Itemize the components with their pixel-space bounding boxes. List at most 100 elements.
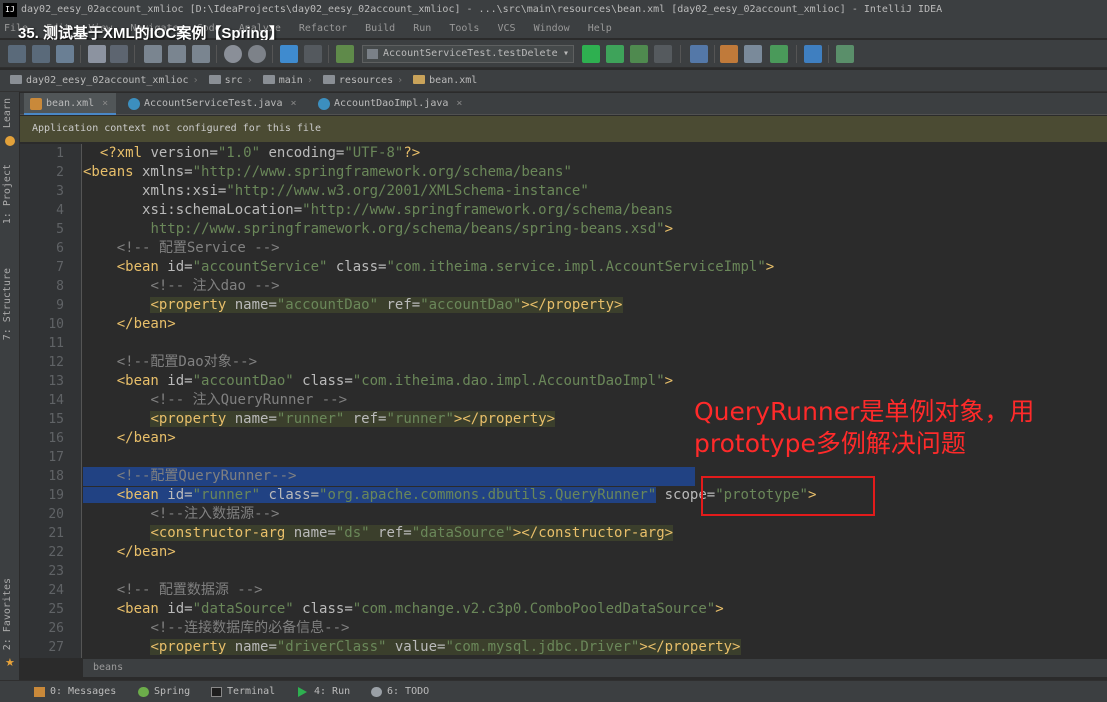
annotation-highlight-box [701, 476, 875, 516]
line-number: 24 [48, 583, 64, 598]
breadcrumb-src[interactable]: src › [208, 70, 253, 92]
breadcrumb-file[interactable]: bean.xml [413, 70, 477, 92]
line-number: 26 [48, 621, 64, 636]
code-line-18: <!--配置QueryRunner--> [83, 467, 695, 486]
code-line-25: <bean id="dataSource" class="com.mchange… [116, 601, 724, 617]
paste-icon[interactable] [192, 45, 210, 63]
breadcrumb-resources[interactable]: resources › [322, 70, 403, 92]
close-icon[interactable]: × [456, 98, 462, 109]
line-number: 6 [56, 241, 64, 256]
line-number: 21 [48, 526, 64, 541]
menu-run[interactable]: Run [413, 23, 431, 34]
todo-tool-button[interactable]: 6: TODO [371, 684, 429, 700]
jvm-debugger-icon[interactable] [836, 45, 854, 63]
stop-icon[interactable] [654, 45, 672, 63]
line-number: 10 [48, 317, 64, 332]
notification-text: Application context not configured for t… [32, 123, 321, 134]
xml-file-icon [30, 98, 42, 110]
line-number: 7 [56, 260, 64, 275]
line-number: 9 [56, 298, 64, 313]
breadcrumb-project[interactable]: day02_eesy_02account_xmlioc › [10, 70, 199, 92]
undo-icon[interactable] [88, 45, 106, 63]
structure-icon[interactable] [690, 45, 708, 63]
spring-tool-button[interactable]: Spring [138, 684, 190, 700]
redo-icon[interactable] [110, 45, 128, 63]
favorites-tool-button[interactable]: 2: Favorites [2, 578, 13, 650]
code-line-5: http://www.springframework.org/schema/be… [150, 221, 674, 237]
coverage-icon[interactable] [630, 45, 648, 63]
code-line-10: </bean> [116, 316, 176, 332]
tab-account-service-test[interactable]: AccountServiceTest.java × [122, 93, 308, 115]
terminal-icon [211, 687, 222, 697]
line-number: 25 [48, 602, 64, 617]
code-line-4: xsi:schemaLocation="http://www.springfra… [142, 202, 674, 218]
code-line-24: <!-- 配置数据源 --> [116, 582, 263, 598]
vm-icon[interactable] [770, 45, 788, 63]
close-icon[interactable]: × [102, 98, 108, 109]
line-number: 17 [48, 450, 64, 465]
folder-icon [10, 75, 22, 84]
editor-breadcrumb[interactable]: beans [83, 659, 1107, 677]
line-number: 13 [48, 374, 64, 389]
intellij-logo-icon: IJ [3, 3, 17, 17]
code-line-1: <?xml version="1.0" encoding="UTF-8"?> [99, 145, 421, 161]
xml-file-icon [413, 75, 426, 84]
tab-bean-xml[interactable]: bean.xml × [24, 93, 116, 115]
run-icon [298, 687, 307, 697]
help-icon[interactable] [804, 45, 822, 63]
code-line-8: <!-- 注入dao --> [150, 278, 280, 294]
debug-icon[interactable] [606, 45, 624, 63]
build-icon[interactable] [336, 45, 354, 63]
back-icon[interactable] [280, 45, 298, 63]
terminal-tool-button[interactable]: Terminal [211, 684, 275, 700]
menu-help[interactable]: Help [588, 23, 612, 34]
line-number: 1 [56, 146, 64, 161]
code-line-27: <property name="driverClass" value="com.… [150, 639, 741, 655]
menu-vcs[interactable]: VCS [497, 23, 515, 34]
structure-tool-button[interactable]: 7: Structure [2, 268, 13, 340]
save-icon[interactable] [8, 45, 26, 63]
run-config-dropdown[interactable]: AccountServiceTest.testDelete ▾ [362, 45, 574, 63]
line-number: 19 [48, 488, 64, 503]
messages-tool-button[interactable]: 0: Messages [34, 684, 116, 700]
code-line-3: xmlns:xsi="http://www.w3.org/2001/XMLSch… [142, 183, 589, 199]
line-number: 5 [56, 222, 64, 237]
line-number: 4 [56, 203, 64, 218]
run-tool-button[interactable]: 4: Run [298, 684, 350, 700]
breadcrumb: day02_eesy_02account_xmlioc › src › main › … [0, 70, 1107, 92]
editor-gutter: 1 2 3 4 5 6 7 8 9 10 11 12 13 14 15 16 1… [20, 144, 82, 658]
line-number: 22 [48, 545, 64, 560]
settings-icon[interactable] [720, 45, 738, 63]
learn-tool-button[interactable]: Learn [2, 98, 13, 128]
forward-icon[interactable] [304, 45, 322, 63]
annotation-line-2: prototype多例解决问题 [694, 429, 966, 458]
notification-bar: Application context not configured for t… [20, 116, 1107, 142]
code-line-19: <bean id="runner" class="org.apache.comm… [83, 486, 1107, 505]
menu-refactor[interactable]: Refactor [299, 23, 347, 34]
replace-icon[interactable] [248, 45, 266, 63]
menu-build[interactable]: Build [365, 23, 395, 34]
code-line-6: <!-- 配置Service --> [116, 240, 280, 256]
annotation-line-1: QueryRunner是单例对象，用 [694, 397, 1035, 426]
copy-icon[interactable] [168, 45, 186, 63]
line-number: 8 [56, 279, 64, 294]
line-number: 20 [48, 507, 64, 522]
code-line-21: <constructor-arg name="ds" ref="dataSour… [150, 525, 674, 541]
menu-tools[interactable]: Tools [449, 23, 479, 34]
project-structure-icon[interactable] [744, 45, 762, 63]
close-icon[interactable]: × [290, 98, 296, 109]
editor-breadcrumb-beans[interactable]: beans [93, 662, 123, 673]
star-icon: ★ [5, 657, 15, 669]
learn-icon [5, 136, 15, 146]
project-tool-button[interactable]: 1: Project [2, 164, 13, 224]
cut-icon[interactable] [144, 45, 162, 63]
chevron-down-icon: ▾ [562, 48, 569, 59]
tab-account-dao-impl[interactable]: AccountDaoImpl.java × [312, 93, 472, 115]
find-icon[interactable] [224, 45, 242, 63]
refresh-icon[interactable] [56, 45, 74, 63]
sync-icon[interactable] [32, 45, 50, 63]
run-icon[interactable] [582, 45, 600, 63]
breadcrumb-main[interactable]: main › [262, 70, 313, 92]
menu-window[interactable]: Window [534, 23, 570, 34]
